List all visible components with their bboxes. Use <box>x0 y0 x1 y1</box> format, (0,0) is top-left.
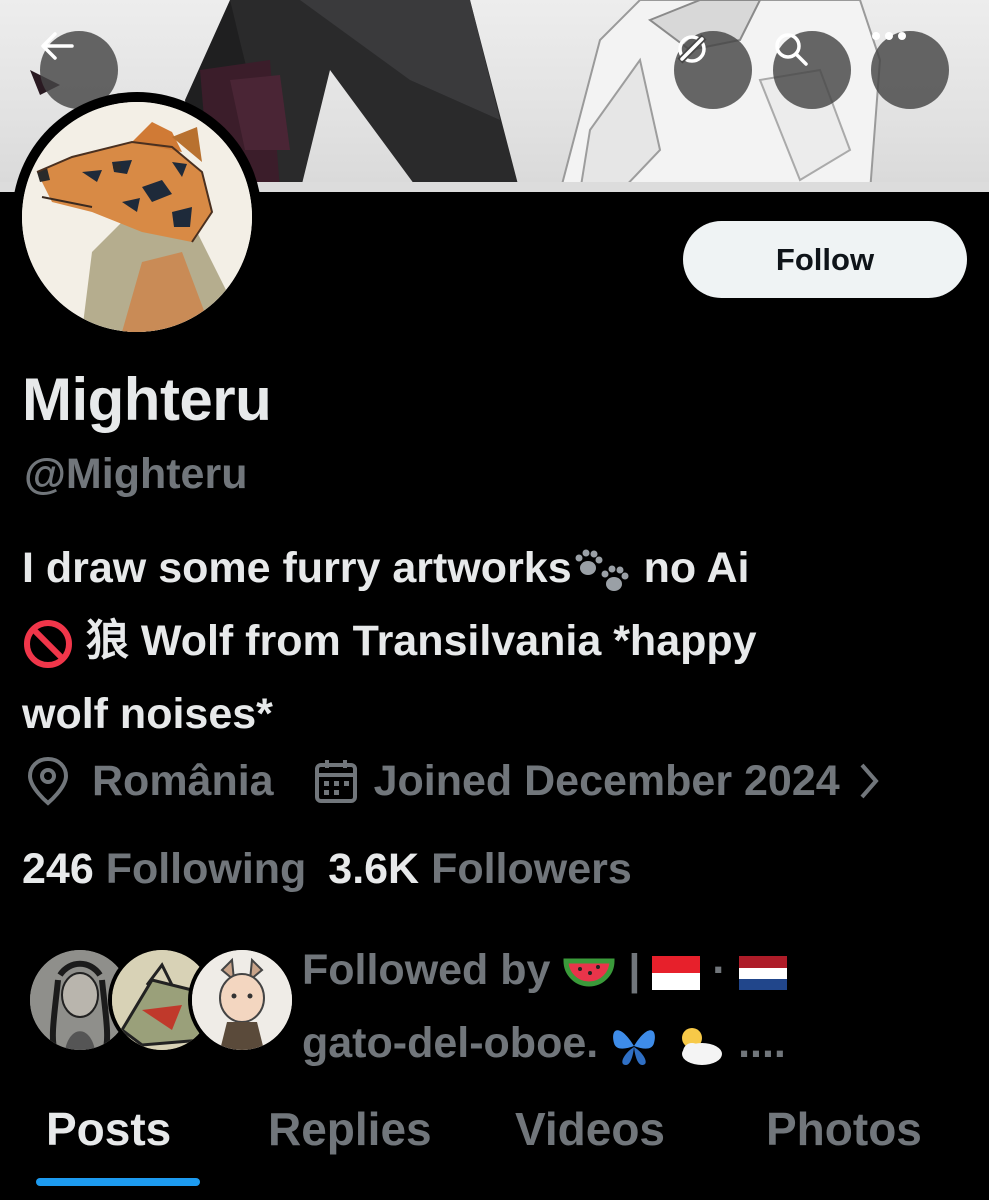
bio-line-3: wolf noises* <box>22 690 273 738</box>
profile-tabs: Posts Replies Videos Photos <box>0 1090 989 1200</box>
following-label: Following <box>105 845 307 893</box>
location-pin-icon <box>27 756 69 806</box>
profile-bio: I draw some furry artworks no Ai 狼 Wolf … <box>22 532 972 751</box>
followers-label: Followers <box>431 845 632 893</box>
paw-prints-icon <box>575 549 629 591</box>
bio-line-1: I draw some furry artworks no Ai <box>22 532 972 605</box>
followed-by-text[interactable]: Followed by | · gato-del-oboe. .... <box>302 934 787 1080</box>
followed-by-name: gato-del-oboe. <box>302 1019 599 1067</box>
netherlands-flag-icon <box>738 955 787 990</box>
profile-meta: România Joined December 2024 <box>24 755 989 807</box>
followed-by-ellipsis: .... <box>738 1019 786 1067</box>
more-button[interactable] <box>871 31 949 109</box>
butterfly-icon <box>613 1029 656 1065</box>
search-button[interactable] <box>773 31 851 109</box>
follower-avatar-3 <box>188 946 296 1054</box>
sync-button[interactable] <box>674 31 752 109</box>
followers-link[interactable]: 3.6K Followers <box>328 845 632 893</box>
following-count: 246 <box>22 845 94 893</box>
bio-text-a: I draw some furry artworks <box>22 544 572 592</box>
follow-button[interactable]: Follow <box>683 221 967 298</box>
watermelon-icon <box>563 958 615 987</box>
arrow-left-icon <box>41 32 74 60</box>
followed-by-line-2: gato-del-oboe. .... <box>302 1007 787 1080</box>
bio-line-2: 狼 Wolf from Transilvania *happy <box>22 605 972 678</box>
active-tab-indicator <box>36 1178 200 1186</box>
join-date: Joined December 2024 <box>314 757 840 806</box>
username-handle: @Mighteru <box>24 450 248 498</box>
prohibited-icon <box>24 619 72 668</box>
display-name: Mighteru <box>22 366 272 433</box>
tab-posts[interactable]: Posts <box>46 1102 171 1156</box>
location: România <box>24 755 274 807</box>
bio-text-line2: 狼 Wolf from Transilvania *happy <box>74 617 757 665</box>
indonesia-flag-icon <box>652 955 701 990</box>
following-link[interactable]: 246 Following <box>22 845 318 893</box>
join-date-text: Joined December 2024 <box>373 756 840 805</box>
followed-by-avatars[interactable] <box>26 946 296 1056</box>
profile-avatar[interactable] <box>12 92 262 342</box>
more-icon <box>872 32 906 40</box>
avatar-image <box>22 102 252 332</box>
follow-counts: 246 Following 3.6K Followers <box>22 845 632 894</box>
followed-by-line-1: Followed by | · <box>302 934 787 1007</box>
tab-replies[interactable]: Replies <box>268 1102 432 1156</box>
bio-text-b: no Ai <box>631 544 750 592</box>
tab-videos[interactable]: Videos <box>515 1102 665 1156</box>
sync-icon <box>677 34 707 64</box>
chevron-right-icon[interactable] <box>858 761 880 801</box>
calendar-icon <box>314 760 357 803</box>
tab-photos[interactable]: Photos <box>766 1102 922 1156</box>
followers-count: 3.6K <box>328 845 420 893</box>
sun-behind-cloud-icon <box>682 1027 723 1065</box>
followed-by-label: Followed by <box>302 946 551 994</box>
search-icon <box>775 33 808 66</box>
location-text: România <box>92 756 274 805</box>
